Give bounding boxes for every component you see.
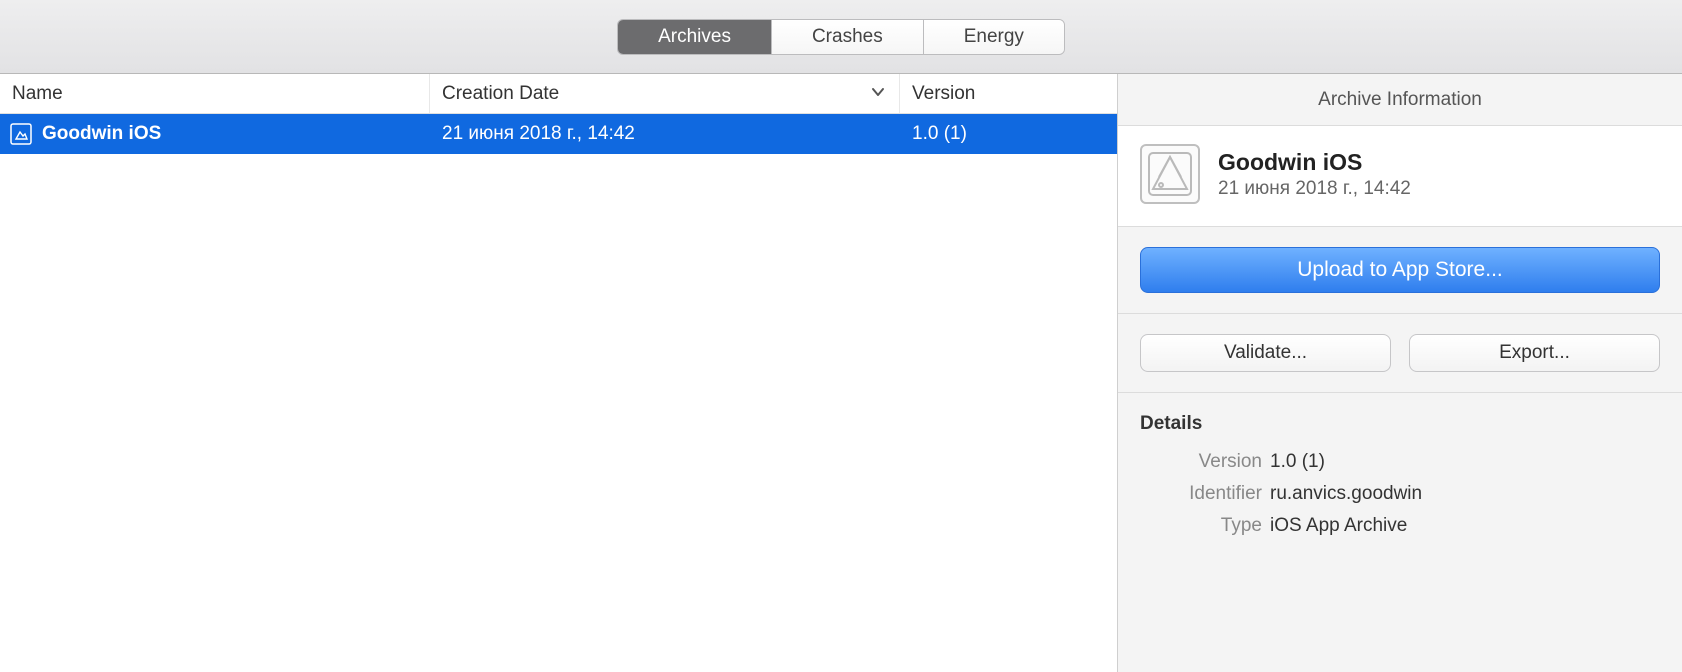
column-header-version[interactable]: Version xyxy=(900,74,1117,113)
info-app-date: 21 июня 2018 г., 14:42 xyxy=(1218,178,1411,200)
row-version: 1.0 (1) xyxy=(900,123,1117,145)
row-date: 21 июня 2018 г., 14:42 xyxy=(430,123,900,145)
column-header-creation-date[interactable]: Creation Date xyxy=(430,74,900,113)
details-version-label: Version xyxy=(1140,451,1270,473)
archive-list-pane: Name Creation Date Version Goodwin iOS xyxy=(0,74,1118,672)
segmented-control: Archives Crashes Energy xyxy=(617,19,1065,55)
info-header: Goodwin iOS 21 июня 2018 г., 14:42 xyxy=(1118,126,1682,227)
details-type-label: Type xyxy=(1140,515,1270,537)
column-header-creation-date-label: Creation Date xyxy=(442,83,559,105)
upload-to-app-store-button[interactable]: Upload to App Store... xyxy=(1140,247,1660,293)
info-app-name: Goodwin iOS xyxy=(1218,149,1411,176)
row-name: Goodwin iOS xyxy=(42,123,161,145)
tab-archives[interactable]: Archives xyxy=(618,20,772,54)
info-pane: Archive Information Goodwin iOS 21 июня … xyxy=(1118,74,1682,672)
toolbar: Archives Crashes Energy xyxy=(0,0,1682,74)
archive-icon xyxy=(10,123,32,145)
export-button[interactable]: Export... xyxy=(1409,334,1660,372)
details-identifier-value: ru.anvics.goodwin xyxy=(1270,483,1422,505)
chevron-down-icon xyxy=(871,83,885,105)
details-type-value: iOS App Archive xyxy=(1270,515,1407,537)
validate-button[interactable]: Validate... xyxy=(1140,334,1391,372)
info-panel-title: Archive Information xyxy=(1118,74,1682,126)
column-header-name[interactable]: Name xyxy=(0,74,430,113)
tab-energy[interactable]: Energy xyxy=(924,20,1064,54)
app-icon xyxy=(1140,144,1200,204)
details-heading: Details xyxy=(1140,413,1660,435)
list-header: Name Creation Date Version xyxy=(0,74,1117,114)
details-version-value: 1.0 (1) xyxy=(1270,451,1325,473)
details-identifier-label: Identifier xyxy=(1140,483,1270,505)
table-row[interactable]: Goodwin iOS 21 июня 2018 г., 14:42 1.0 (… xyxy=(0,114,1117,154)
details-block: Details Version 1.0 (1) Identifier ru.an… xyxy=(1118,393,1682,567)
tab-crashes[interactable]: Crashes xyxy=(772,20,924,54)
